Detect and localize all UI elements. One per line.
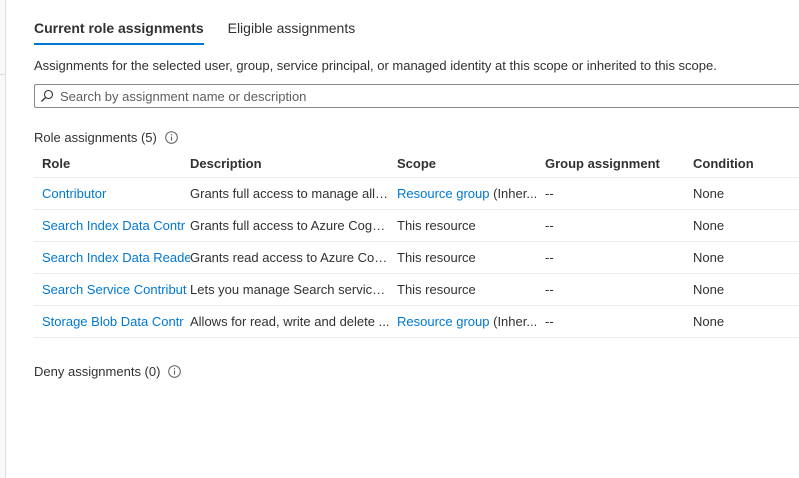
condition: None <box>693 186 725 201</box>
scope-cell: This resource <box>397 250 545 265</box>
left-pane-edge <box>0 0 6 478</box>
group-assignment: -- <box>545 314 554 329</box>
role-description: Lets you manage Search services... <box>190 282 397 297</box>
deny-assignments-title: Deny assignments (0) <box>34 364 161 379</box>
role-link[interactable]: Storage Blob Data Contr <box>42 314 184 329</box>
scope-link[interactable]: Resource group <box>397 314 490 329</box>
condition: None <box>693 218 725 233</box>
scope-cell: Resource group (Inher... <box>397 186 545 201</box>
group-assignment: -- <box>545 218 554 233</box>
role-link[interactable]: Search Index Data Contr <box>42 218 185 233</box>
role-assignments-panel: Current role assignments Eligible assign… <box>0 0 799 478</box>
column-header-group-assignment[interactable]: Group assignment <box>545 156 693 171</box>
condition: None <box>693 314 725 329</box>
column-header-condition[interactable]: Condition <box>693 156 799 171</box>
scope-suffix: This resource <box>397 218 476 233</box>
scope-cell: This resource <box>397 282 545 297</box>
scope-suffix: This resource <box>397 250 476 265</box>
group-assignment: -- <box>545 186 554 201</box>
scope-suffix: This resource <box>397 282 476 297</box>
role-assignments-header: Role assignments (5) <box>34 130 178 145</box>
role-description: Grants full access to Azure Cogni... <box>190 218 394 233</box>
info-icon[interactable] <box>165 131 178 144</box>
scope-suffix: (Inher... <box>489 314 538 329</box>
role-link[interactable]: Search Index Data Reade <box>42 250 190 265</box>
table-row: Search Service Contribut Lets you manage… <box>34 274 799 306</box>
table-row: Contributor Grants full access to manage… <box>34 178 799 210</box>
role-link[interactable]: Contributor <box>42 186 106 201</box>
search-box[interactable] <box>34 84 799 108</box>
role-assignments-table: Role Description Scope Group assignment … <box>34 150 799 338</box>
tab-current-role-assignments[interactable]: Current role assignments <box>34 17 204 45</box>
role-description: Grants full access to manage all r... <box>190 186 394 201</box>
table-header: Role Description Scope Group assignment … <box>34 150 799 178</box>
column-header-role[interactable]: Role <box>34 156 190 171</box>
tab-bar: Current role assignments Eligible assign… <box>34 17 379 45</box>
role-assignments-title: Role assignments (5) <box>34 130 157 145</box>
scope-cell: This resource <box>397 218 545 233</box>
search-input[interactable] <box>60 86 799 106</box>
condition: None <box>693 282 725 297</box>
left-pane-divider <box>0 74 6 75</box>
scope-cell: Resource group (Inher... <box>397 314 545 329</box>
table-row: Search Index Data Reade Grants read acce… <box>34 242 799 274</box>
table-row: Storage Blob Data Contr Allows for read,… <box>34 306 799 338</box>
column-header-scope[interactable]: Scope <box>397 156 545 171</box>
scope-suffix: (Inher... <box>489 186 538 201</box>
tab-eligible-assignments[interactable]: Eligible assignments <box>228 17 356 45</box>
role-description: Allows for read, write and delete ... <box>190 314 390 329</box>
column-header-description[interactable]: Description <box>190 156 397 171</box>
search-icon <box>40 89 54 103</box>
table-row: Search Index Data Contr Grants full acce… <box>34 210 799 242</box>
scope-link[interactable]: Resource group <box>397 186 490 201</box>
condition: None <box>693 250 725 265</box>
role-link[interactable]: Search Service Contribut <box>42 282 187 297</box>
group-assignment: -- <box>545 282 554 297</box>
group-assignment: -- <box>545 250 554 265</box>
assignments-description: Assignments for the selected user, group… <box>34 58 717 73</box>
deny-assignments-header: Deny assignments (0) <box>34 364 182 379</box>
info-icon[interactable] <box>168 365 182 378</box>
role-description: Grants read access to Azure Cog... <box>190 250 393 265</box>
